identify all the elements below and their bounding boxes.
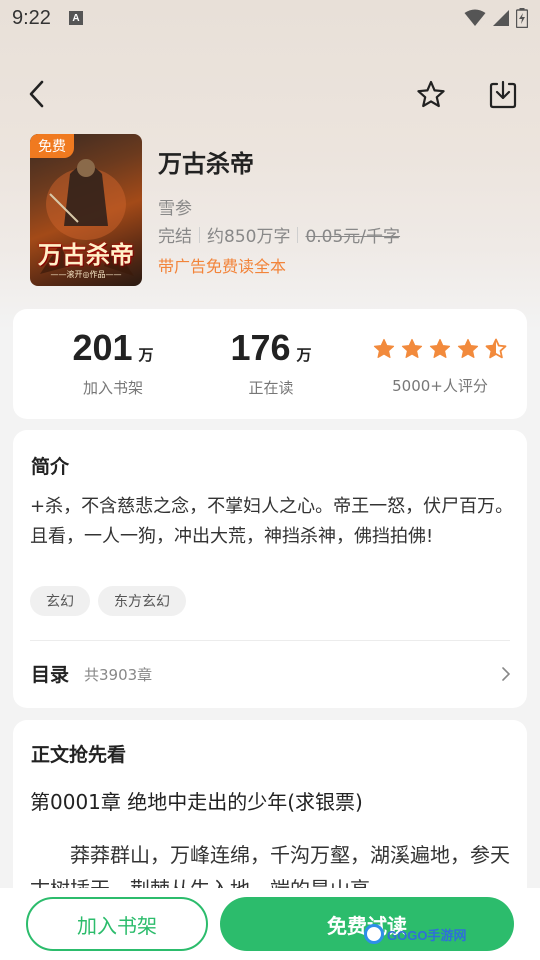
signal-icon [493, 10, 509, 26]
wifi-icon [464, 9, 486, 26]
watermark-text: GOGO手游网 [387, 927, 467, 943]
book-cover[interactable]: 免费 万古杀帝 ——滚开◎作品—— [30, 134, 142, 286]
stats-card: 201 万 加入书架 176 万 正在读 5000+人评分 [13, 309, 527, 419]
toc-count[interactable]: 共3903章 [84, 664, 152, 685]
tag-dongfang-xuanhuan[interactable]: 东方玄幻 [98, 586, 186, 616]
intro-heading: 简介 [31, 456, 70, 478]
reading-stat: 176 万 正在读 [211, 327, 331, 398]
star-outline-icon[interactable] [414, 78, 448, 112]
status-time: 9:22 [12, 6, 51, 29]
intro-text[interactable]: +杀，不含慈悲之念，不掌妇人之心。帝王一怒，伏尸百万。且看，一人一狗，冲出大荒，… [30, 492, 514, 552]
add-to-shelf-button[interactable]: 加入书架 [26, 897, 208, 951]
book-price: 0.05元/千字 [305, 227, 401, 247]
meta-divider [199, 226, 200, 243]
star-full-icon [401, 338, 423, 358]
shelf-count: 201 [72, 327, 133, 368]
intro-card: 简介 +杀，不含慈悲之念，不掌妇人之心。帝王一怒，伏尸百万。且看，一人一狗，冲出… [13, 430, 527, 708]
watermark: GOGO手游网 [364, 924, 466, 944]
star-full-icon [429, 338, 451, 358]
reading-unit: 万 [296, 346, 312, 364]
reading-label: 正在读 [248, 379, 294, 397]
battery-icon [516, 8, 528, 28]
shelf-label: 加入书架 [82, 379, 143, 397]
watermark-logo-icon [364, 924, 384, 944]
chapter-title[interactable]: 第0001章 绝地中走出的少年(求银票) [30, 786, 363, 815]
back-arrow-icon[interactable] [22, 78, 54, 110]
meta-divider [297, 226, 299, 243]
rating-stat[interactable]: 5000+人评分 [369, 327, 511, 396]
shelf-unit: 万 [138, 346, 154, 364]
reading-count: 176 [230, 327, 291, 368]
cover-subtitle: ——滚开◎作品—— [50, 270, 122, 279]
notification-icon: A [68, 11, 83, 25]
shelf-stat: 201 万 加入书架 [53, 327, 173, 398]
tag-xuanhuan[interactable]: 玄幻 [30, 586, 90, 616]
tag-list: 玄幻 东方玄幻 [30, 586, 186, 616]
download-icon[interactable] [486, 78, 520, 112]
star-full-icon [373, 338, 395, 358]
rating-stars [369, 331, 511, 367]
book-word-count: 约850万字 [207, 227, 291, 247]
toc-label[interactable]: 目录 [31, 660, 69, 687]
book-meta: 完结 约850万字 0.05元/千字 [158, 222, 400, 247]
star-half-icon [485, 338, 507, 359]
book-author[interactable]: 雪参 [158, 194, 192, 219]
book-title: 万古杀帝 [158, 150, 254, 178]
status-bar: 9:22 A [0, 0, 540, 36]
rating-label: 5000+人评分 [392, 377, 488, 395]
cover-title: 万古杀帝 [38, 240, 134, 269]
book-status: 完结 [158, 227, 192, 247]
free-badge: 免费 [30, 134, 74, 158]
star-full-icon [457, 338, 479, 358]
ad-notice: 带广告免费读全本 [158, 257, 287, 276]
status-icons [464, 8, 528, 28]
divider [30, 640, 510, 641]
chevron-right-icon[interactable] [501, 666, 511, 682]
preview-heading: 正文抢先看 [31, 744, 127, 766]
